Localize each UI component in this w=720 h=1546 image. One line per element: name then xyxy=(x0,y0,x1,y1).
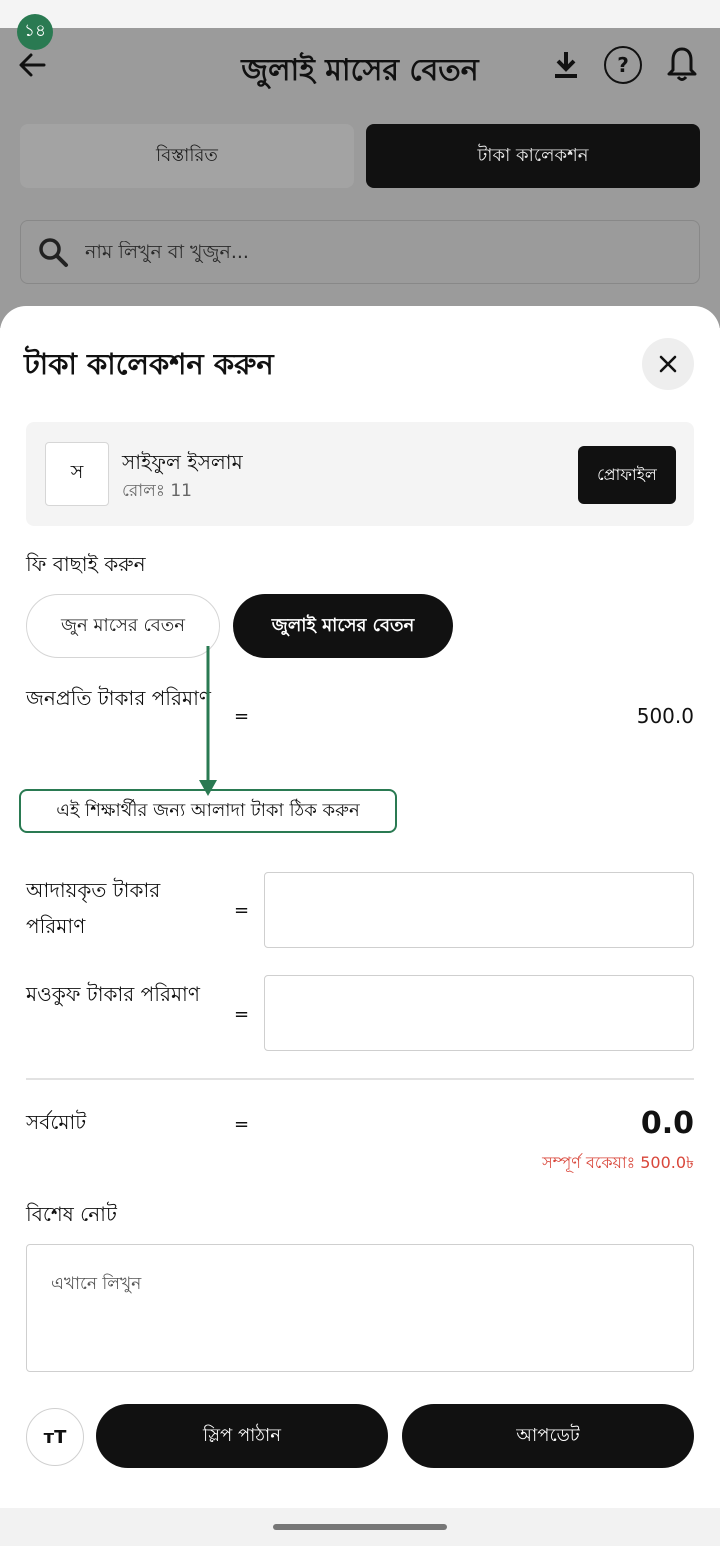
collected-amount-label: আদায়কৃত টাকার পরিমাণ xyxy=(26,878,161,938)
search-icon xyxy=(39,238,68,267)
search-bar[interactable] xyxy=(20,220,700,284)
home-indicator[interactable] xyxy=(273,1524,447,1530)
close-button[interactable] xyxy=(642,338,694,390)
system-nav-bar xyxy=(0,1508,720,1546)
font-size-button[interactable]: ᴛT xyxy=(26,1408,84,1466)
money-collection-sheet: টাকা কালেকশন করুন স সাইফুল ইসলাম রোলঃ 11… xyxy=(0,306,720,1508)
waiver-amount-label: মওকুফ টাকার পরিমাণ xyxy=(26,982,200,1006)
tab-money-collection[interactable]: টাকা কালেকশন xyxy=(366,124,700,188)
search-input[interactable] xyxy=(85,241,685,263)
note-textarea[interactable] xyxy=(26,1244,694,1372)
divider xyxy=(26,1078,694,1080)
per-person-value: 500.0 xyxy=(636,704,694,728)
total-equals: = xyxy=(234,1114,250,1135)
profile-button[interactable]: প্রোফাইল xyxy=(578,446,676,504)
notification-bell-icon[interactable] xyxy=(664,44,700,84)
fee-select-label: ফি বাছাই করুন xyxy=(26,552,146,576)
per-person-label: জনপ্রতি টাকার পরিমাণ xyxy=(26,686,211,710)
student-name: সাইফুল ইসলাম xyxy=(122,450,243,474)
close-icon xyxy=(659,355,677,373)
set-custom-amount-link[interactable]: এই শিক্ষার্থীর জন্য আলাদা টাকা ঠিক করুন xyxy=(19,789,397,833)
collected-equals: = xyxy=(234,900,250,921)
avatar: স xyxy=(45,442,109,506)
fee-option-june[interactable]: জুন মাসের বেতন xyxy=(26,594,220,658)
update-button[interactable]: আপডেট xyxy=(402,1404,694,1468)
waiver-amount-input[interactable] xyxy=(264,975,694,1051)
per-person-equals: = xyxy=(234,706,250,727)
send-slip-button[interactable]: স্লিপ পাঠান xyxy=(96,1404,388,1468)
total-label: সর্বমোট xyxy=(26,1110,87,1134)
student-card: স সাইফুল ইসলাম রোলঃ 11 প্রোফাইল xyxy=(26,422,694,526)
tab-details[interactable]: বিস্তারিত xyxy=(20,124,354,188)
collected-amount-input[interactable] xyxy=(264,872,694,948)
download-icon[interactable] xyxy=(548,46,584,82)
note-label: বিশেষ নোট xyxy=(26,1202,117,1226)
sheet-title: টাকা কালেকশন করুন xyxy=(24,347,274,381)
total-value: 0.0 xyxy=(640,1106,694,1141)
waiver-equals: = xyxy=(234,1004,250,1025)
help-icon[interactable]: ? xyxy=(604,46,642,84)
total-due-text: সম্পূর্ণ বকেয়াঃ 500.0৳ xyxy=(542,1153,694,1172)
status-bar xyxy=(0,0,720,28)
annotation-arrow xyxy=(199,646,217,796)
fee-option-july[interactable]: জুলাই মাসের বেতন xyxy=(233,594,453,658)
notification-count-badge: ১৪ xyxy=(17,14,53,50)
student-roll: রোলঃ 11 xyxy=(122,481,192,501)
text-size-icon: ᴛT xyxy=(43,1426,67,1448)
